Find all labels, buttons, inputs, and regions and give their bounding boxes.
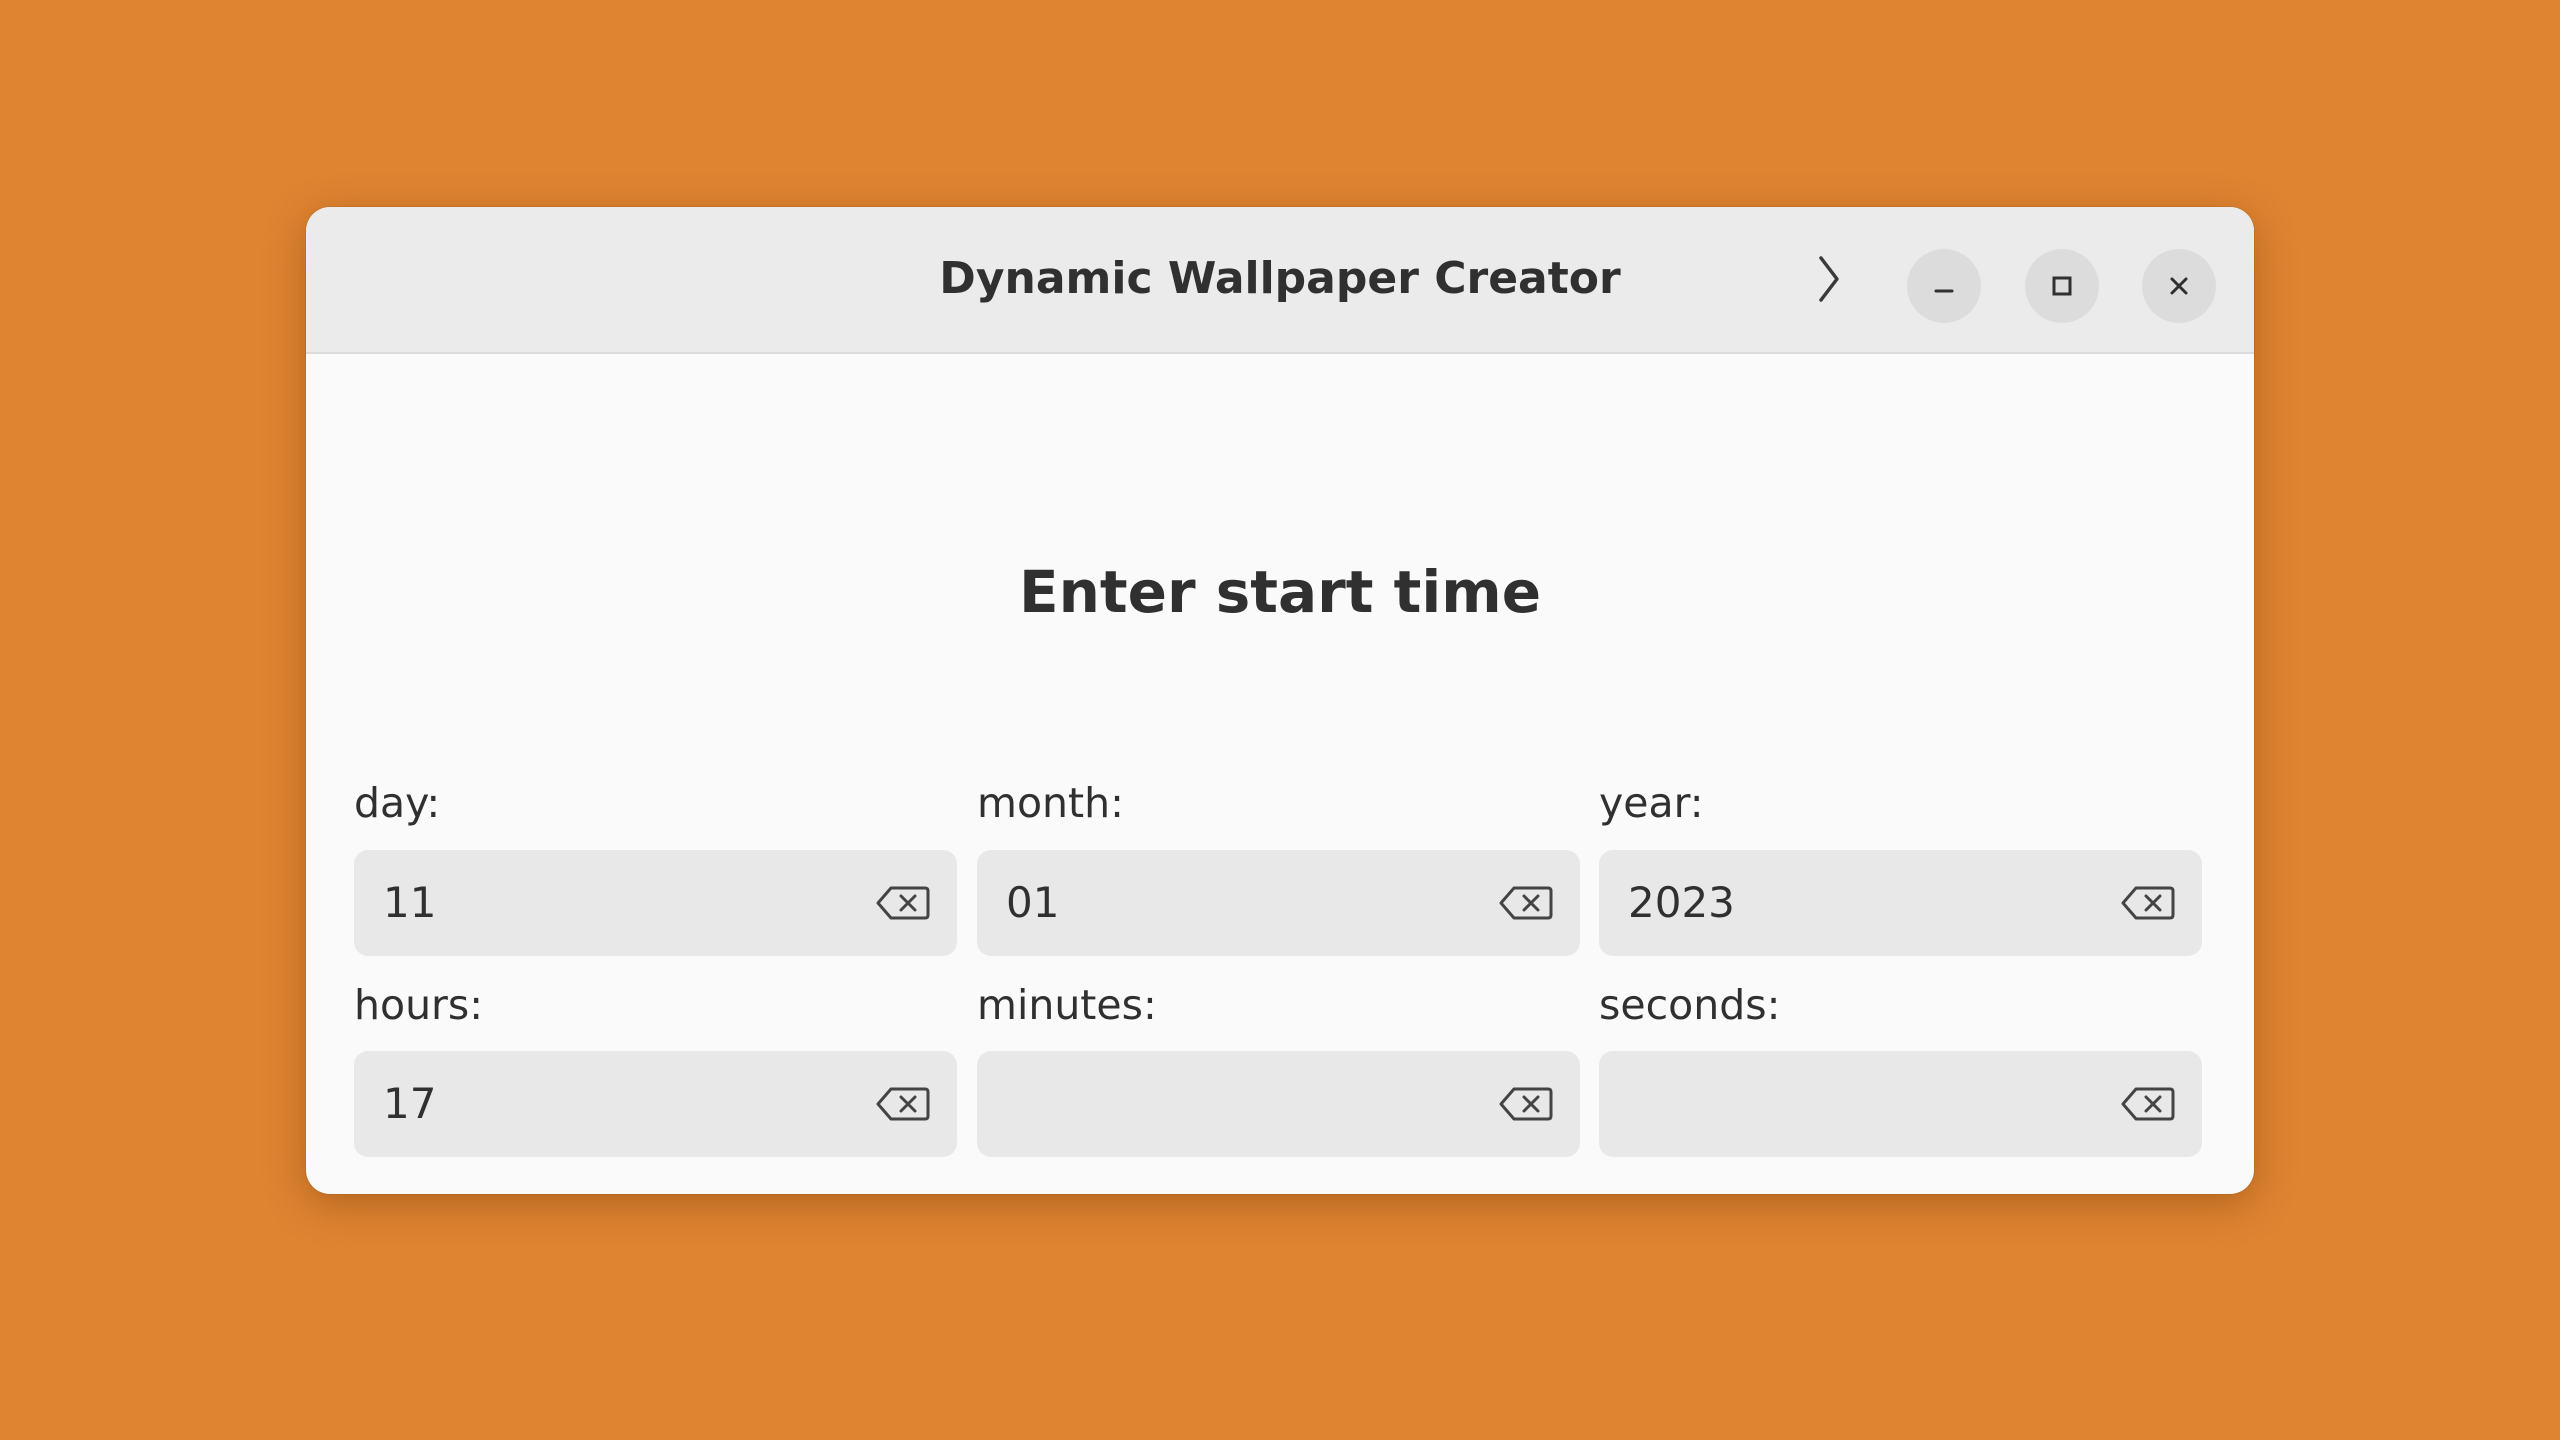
year-field[interactable]: 2023 <box>1599 850 2202 956</box>
day-field[interactable]: 11 <box>354 850 957 956</box>
chevron-right-icon <box>1819 256 1839 302</box>
minimize-icon <box>1934 289 1954 293</box>
seconds-label: seconds: <box>1599 981 1781 1029</box>
year-value[interactable]: 2023 <box>1628 876 1735 930</box>
backspace-icon[interactable] <box>2120 1084 2176 1124</box>
backspace-icon[interactable] <box>2120 883 2176 923</box>
close-icon <box>2170 277 2188 295</box>
hours-value[interactable]: 17 <box>383 1077 436 1131</box>
maximize-button[interactable] <box>2025 249 2099 323</box>
backspace-icon[interactable] <box>1498 883 1554 923</box>
form-grid: 11 01 2023 hours: minutes: seconds: 17 <box>306 354 2254 1194</box>
day-value[interactable]: 11 <box>383 876 436 930</box>
seconds-field[interactable] <box>1599 1051 2202 1157</box>
backspace-icon[interactable] <box>875 1084 931 1124</box>
maximize-icon <box>2052 276 2072 296</box>
next-page-button[interactable] <box>1798 249 1858 309</box>
month-value[interactable]: 01 <box>1006 876 1059 930</box>
minutes-field[interactable] <box>977 1051 1580 1157</box>
backspace-icon[interactable] <box>875 883 931 923</box>
title-bar: Dynamic Wallpaper Creator <box>306 207 2254 354</box>
backspace-icon[interactable] <box>1498 1084 1554 1124</box>
hours-field[interactable]: 17 <box>354 1051 957 1157</box>
minimize-button[interactable] <box>1907 249 1981 323</box>
minutes-label: minutes: <box>977 981 1157 1029</box>
close-button[interactable] <box>2142 249 2216 323</box>
hours-label: hours: <box>354 981 484 1029</box>
month-field[interactable]: 01 <box>977 850 1580 956</box>
